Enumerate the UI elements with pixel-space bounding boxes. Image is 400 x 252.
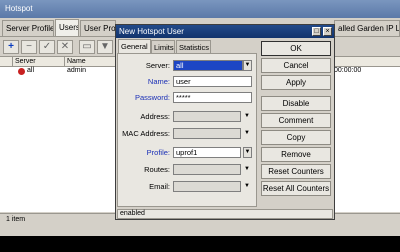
tab-user-profiles[interactable]: User Profil xyxy=(80,20,116,36)
restore-button[interactable]: □ xyxy=(312,27,321,36)
profile-label: Profile: xyxy=(146,148,170,157)
tab-walled-garden-ip-list[interactable]: alled Garden IP List xyxy=(334,20,400,36)
apply-button[interactable]: Apply xyxy=(261,75,331,90)
user-status-icon xyxy=(18,68,25,75)
check-icon: ✓ xyxy=(42,41,52,52)
minus-icon: − xyxy=(26,41,32,52)
comment-button[interactable]: ▭ xyxy=(79,40,95,54)
plus-icon: + xyxy=(8,41,14,52)
reset-all-counters-button[interactable]: Reset All Counters xyxy=(261,181,331,196)
name-input[interactable]: user xyxy=(173,76,252,87)
mac-address-dropdown-icon[interactable]: ▼ xyxy=(244,130,250,136)
email-dropdown-icon[interactable]: ▼ xyxy=(244,183,250,189)
row-uptime: 00:00:00 xyxy=(334,67,362,74)
dialog-title: New Hotspot User xyxy=(116,25,334,38)
row-name: admin xyxy=(67,67,87,74)
tab-general[interactable]: General xyxy=(118,39,151,53)
comment-button[interactable]: Comment xyxy=(261,113,331,128)
routes-input[interactable] xyxy=(173,164,241,175)
tab-limits[interactable]: Limits xyxy=(151,40,175,53)
enable-button[interactable]: ✓ xyxy=(39,40,55,54)
row-server: all xyxy=(27,67,35,74)
cross-icon: ✕ xyxy=(60,41,70,52)
new-hotspot-user-dialog: New Hotspot User □ × General Limits Stat… xyxy=(115,24,335,220)
dropdown-arrow-icon: ▼ xyxy=(244,62,251,68)
ok-button[interactable]: OK xyxy=(261,41,331,56)
column-server[interactable]: Server xyxy=(15,58,36,65)
disable-button[interactable]: Disable xyxy=(261,96,331,111)
dialog-status: enabled xyxy=(117,209,333,219)
routes-dropdown-icon[interactable]: ▼ xyxy=(244,166,250,172)
email-label: Email: xyxy=(149,182,170,191)
address-input[interactable] xyxy=(173,111,241,122)
close-icon: × xyxy=(325,28,330,35)
dropdown-arrow-icon: ▼ xyxy=(244,149,251,155)
filter-icon: ▼ xyxy=(100,41,110,52)
remove-button[interactable]: − xyxy=(21,40,37,54)
password-input[interactable]: ***** xyxy=(173,92,252,103)
disable-button[interactable]: ✕ xyxy=(57,40,73,54)
column-name[interactable]: Name xyxy=(67,58,86,65)
mac-address-label: MAC Address: xyxy=(122,129,170,138)
copy-button[interactable]: Copy xyxy=(261,130,331,145)
close-button[interactable]: × xyxy=(323,27,332,36)
routes-label: Routes: xyxy=(144,165,170,174)
tab-statistics[interactable]: Statistics xyxy=(176,40,211,53)
address-dropdown-icon[interactable]: ▼ xyxy=(244,113,250,119)
server-select[interactable]: all xyxy=(173,60,243,71)
tab-server-profiles[interactable]: Server Profiles xyxy=(2,20,54,36)
note-icon: ▭ xyxy=(82,41,92,52)
mac-address-input[interactable] xyxy=(173,128,241,139)
server-label: Server: xyxy=(145,61,170,70)
address-label: Address: xyxy=(140,112,170,121)
window-title: Hotspot xyxy=(0,0,400,18)
remove-button[interactable]: Remove xyxy=(261,147,331,162)
filter-button[interactable]: ▼ xyxy=(97,40,113,54)
cancel-button[interactable]: Cancel xyxy=(261,58,331,73)
reset-counters-button[interactable]: Reset Counters xyxy=(261,164,331,179)
server-dropdown[interactable]: ▼ xyxy=(243,60,252,71)
restore-icon: □ xyxy=(314,28,319,35)
tab-users[interactable]: Users xyxy=(55,19,79,36)
add-button[interactable]: + xyxy=(3,40,19,54)
email-input[interactable] xyxy=(173,181,241,192)
password-label: Password: xyxy=(134,93,170,102)
name-label: Name: xyxy=(147,77,170,86)
general-panel: Server: all ▼ Name: user Password: *****… xyxy=(117,53,257,207)
profile-dropdown[interactable]: ▼ xyxy=(243,147,252,158)
profile-select[interactable]: uprof1 xyxy=(173,147,241,158)
